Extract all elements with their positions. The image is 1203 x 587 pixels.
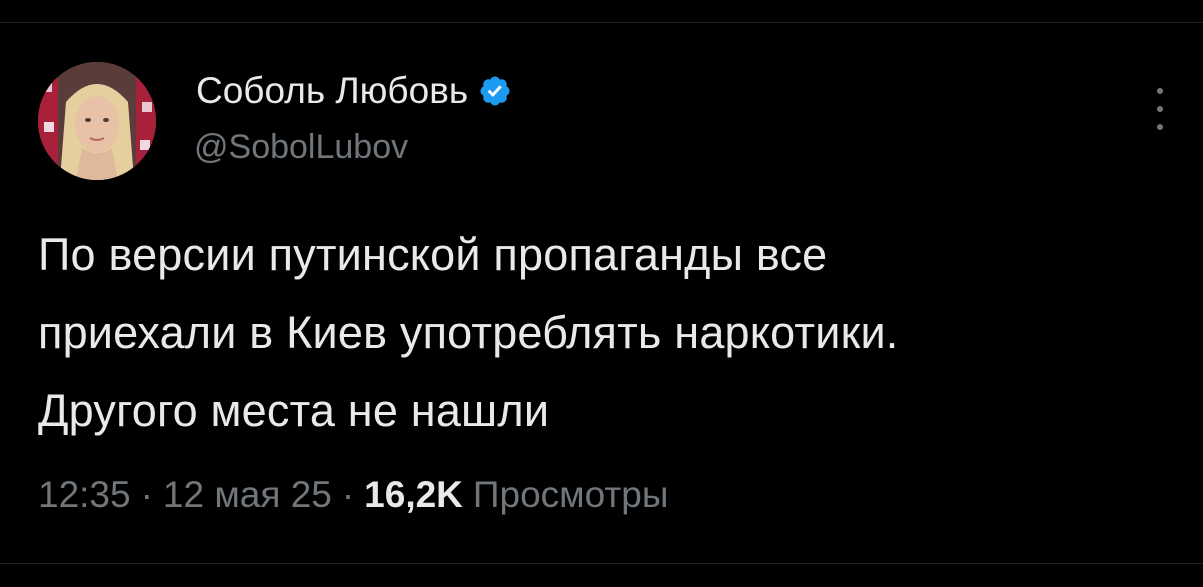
- author-name-text[interactable]: Соболь Любовь: [196, 70, 468, 112]
- meta-separator: ·: [140, 474, 153, 515]
- avatar[interactable]: [38, 62, 156, 180]
- author-handle[interactable]: @SobolLubov: [194, 128, 408, 167]
- meta-separator: ·: [341, 474, 355, 515]
- tweet-text-line: По версии путинской пропаганды все: [38, 229, 828, 280]
- more-vertical-icon: [1157, 124, 1163, 130]
- more-vertical-icon: [1157, 106, 1163, 112]
- author-name[interactable]: Соболь Любовь: [196, 70, 512, 112]
- tweet-meta: 12:35 · 12 мая 25 · 16,2K Просмотры: [38, 474, 668, 516]
- tweet-text: По версии путинской пропаганды все приех…: [38, 216, 1178, 450]
- top-divider: [0, 22, 1203, 23]
- tweet-time[interactable]: 12:35: [38, 474, 131, 516]
- verified-badge-icon: [478, 74, 512, 108]
- tweet-text-line: Другого места не нашли: [38, 385, 550, 436]
- views-label[interactable]: Просмотры: [473, 474, 669, 516]
- tweet-date[interactable]: 12 мая 25: [163, 474, 332, 516]
- tweet-text-line: приехали в Киев употреблять наркотики.: [38, 307, 899, 358]
- more-vertical-icon: [1157, 88, 1163, 94]
- more-options-button[interactable]: [1148, 88, 1172, 130]
- bottom-divider: [0, 563, 1203, 564]
- views-count[interactable]: 16,2K: [364, 474, 463, 516]
